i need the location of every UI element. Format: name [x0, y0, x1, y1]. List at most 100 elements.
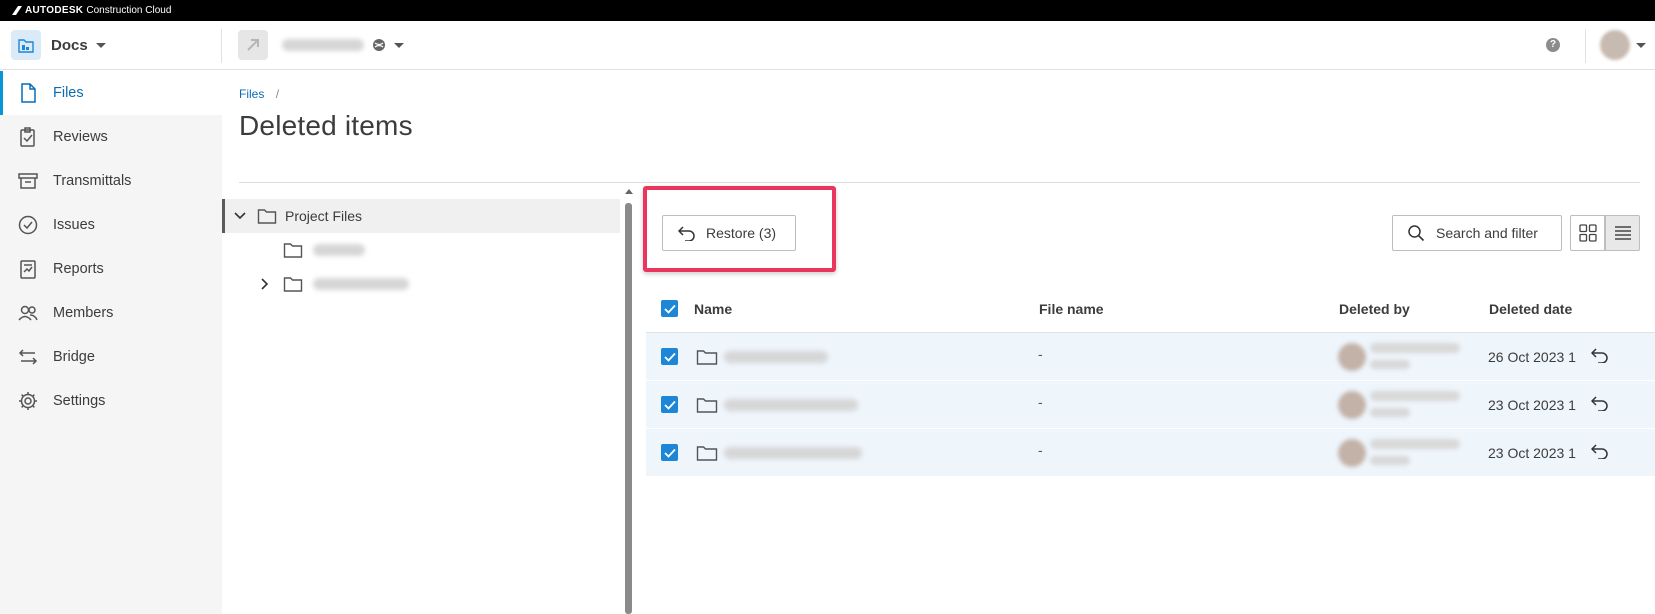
- header-divider: [221, 29, 222, 63]
- row-checkbox[interactable]: [661, 348, 678, 365]
- project-switcher[interactable]: [238, 30, 404, 60]
- sidebar-item-transmittals[interactable]: Transmittals: [3, 159, 222, 203]
- transmittals-icon: [18, 173, 38, 189]
- check-icon: [663, 400, 676, 410]
- item-deleted-date: 26 Oct 2023 1: [1488, 349, 1576, 365]
- row-checkbox[interactable]: [661, 396, 678, 413]
- column-header-deleted-date[interactable]: Deleted date: [1489, 301, 1572, 317]
- chevron-right-icon[interactable]: [258, 277, 272, 291]
- breadcrumb-separator: /: [275, 87, 280, 101]
- row-checkbox[interactable]: [661, 444, 678, 461]
- chevron-down-icon: [394, 42, 404, 48]
- avatar: [1338, 391, 1366, 419]
- reviews-icon: [20, 127, 35, 147]
- header-divider: [1585, 29, 1586, 63]
- chevron-down-icon: [95, 42, 106, 48]
- sidebar-item-label: Issues: [53, 217, 95, 233]
- tree-item-folder[interactable]: [222, 233, 620, 267]
- restore-icon[interactable]: [1591, 443, 1609, 459]
- restore-icon: [678, 226, 695, 241]
- chevron-down-icon: [1636, 42, 1646, 48]
- avatar: [1338, 439, 1366, 467]
- sidebar-item-label: Files: [53, 85, 84, 101]
- tree-item-folder[interactable]: [222, 267, 620, 301]
- sidebar-item-issues[interactable]: Issues: [3, 203, 222, 247]
- sidebar-item-label: Transmittals: [53, 173, 132, 189]
- sidebar-item-label: Members: [53, 305, 114, 321]
- tree-item-label-redacted: [313, 278, 409, 290]
- folder-icon: [257, 209, 277, 224]
- table-row[interactable]: - 26 Oct 2023 1: [646, 333, 1655, 381]
- grid-view-button[interactable]: [1570, 215, 1605, 251]
- title-divider: [239, 182, 1640, 183]
- module-switcher[interactable]: Docs: [11, 30, 106, 60]
- folder-icon: [283, 277, 303, 292]
- deleted-items-table: Name File name Deleted by Deleted date -…: [646, 288, 1655, 477]
- globe-icon: [373, 39, 385, 51]
- user-menu[interactable]: [1600, 30, 1646, 60]
- item-deleted-date: 23 Oct 2023 1: [1488, 397, 1576, 413]
- sidebar-item-files[interactable]: Files: [0, 71, 222, 115]
- members-icon: [18, 305, 38, 321]
- project-name-redacted: [282, 39, 364, 51]
- list-icon: [1614, 226, 1631, 240]
- scroll-up-arrow-icon[interactable]: [625, 189, 633, 194]
- sidebar-item-members[interactable]: Members: [3, 291, 222, 335]
- deleted-by-name-redacted: [1370, 391, 1460, 401]
- breadcrumb-files-link[interactable]: Files: [239, 87, 264, 101]
- sidebar: Files Reviews Transmittals Issues Report…: [0, 71, 222, 614]
- folder-icon: [283, 243, 303, 258]
- deleted-by-name-redacted: [1370, 343, 1460, 353]
- column-header-file-name[interactable]: File name: [1039, 301, 1104, 317]
- restore-icon[interactable]: [1591, 347, 1609, 363]
- sidebar-item-reports[interactable]: Reports: [3, 247, 222, 291]
- restore-icon[interactable]: [1591, 395, 1609, 411]
- tree-scrollbar[interactable]: [625, 187, 633, 614]
- item-name-redacted: [724, 351, 828, 363]
- docs-module-icon: [11, 30, 41, 60]
- sidebar-item-settings[interactable]: Settings: [3, 379, 222, 423]
- folder-icon: [696, 398, 718, 413]
- sidebar-item-label: Settings: [53, 393, 106, 409]
- project-thumbnail: [238, 30, 268, 60]
- tree-item-label-redacted: [313, 244, 365, 256]
- app-header: Docs ?: [0, 21, 1655, 70]
- avatar: [1338, 343, 1366, 371]
- folder-icon: [696, 446, 718, 461]
- list-view-button[interactable]: [1605, 215, 1640, 251]
- brand-bar: AUTODESK Construction Cloud: [0, 0, 1655, 21]
- scrollbar-thumb[interactable]: [625, 203, 632, 614]
- table-row[interactable]: - 23 Oct 2023 1: [646, 381, 1655, 429]
- sidebar-item-reviews[interactable]: Reviews: [3, 115, 222, 159]
- tree-item-project-files[interactable]: Project Files: [222, 199, 620, 233]
- avatar: [1600, 30, 1630, 60]
- sidebar-item-label: Bridge: [53, 349, 95, 365]
- help-icon[interactable]: ?: [1546, 38, 1560, 52]
- module-label: Docs: [51, 36, 88, 54]
- bridge-icon: [18, 349, 38, 365]
- item-name-redacted: [724, 399, 858, 411]
- folder-tree: Project Files: [222, 187, 624, 614]
- table-row[interactable]: - 23 Oct 2023 1: [646, 429, 1655, 477]
- sidebar-item-bridge[interactable]: Bridge: [3, 335, 222, 379]
- restore-button[interactable]: Restore (3): [662, 215, 796, 251]
- check-icon: [663, 304, 676, 314]
- table-header: Name File name Deleted by Deleted date: [646, 288, 1655, 333]
- chevron-down-icon[interactable]: [233, 209, 247, 223]
- page-title: Deleted items: [239, 110, 413, 141]
- folder-icon: [696, 350, 718, 365]
- file-icon: [21, 83, 36, 103]
- select-all-checkbox[interactable]: [661, 300, 678, 317]
- reports-icon: [20, 260, 36, 279]
- search-filter-button[interactable]: Search and filter: [1392, 215, 1562, 251]
- column-header-deleted-by[interactable]: Deleted by: [1339, 301, 1410, 317]
- deleted-by-name-redacted: [1370, 439, 1460, 449]
- check-icon: [663, 352, 676, 362]
- sidebar-item-label: Reports: [53, 261, 104, 277]
- deleted-by-detail-redacted: [1370, 408, 1410, 417]
- search-icon: [1408, 225, 1425, 242]
- check-icon: [663, 448, 676, 458]
- item-file-name: -: [1038, 442, 1043, 458]
- column-header-name[interactable]: Name: [694, 301, 732, 317]
- tree-item-label: Project Files: [285, 208, 363, 224]
